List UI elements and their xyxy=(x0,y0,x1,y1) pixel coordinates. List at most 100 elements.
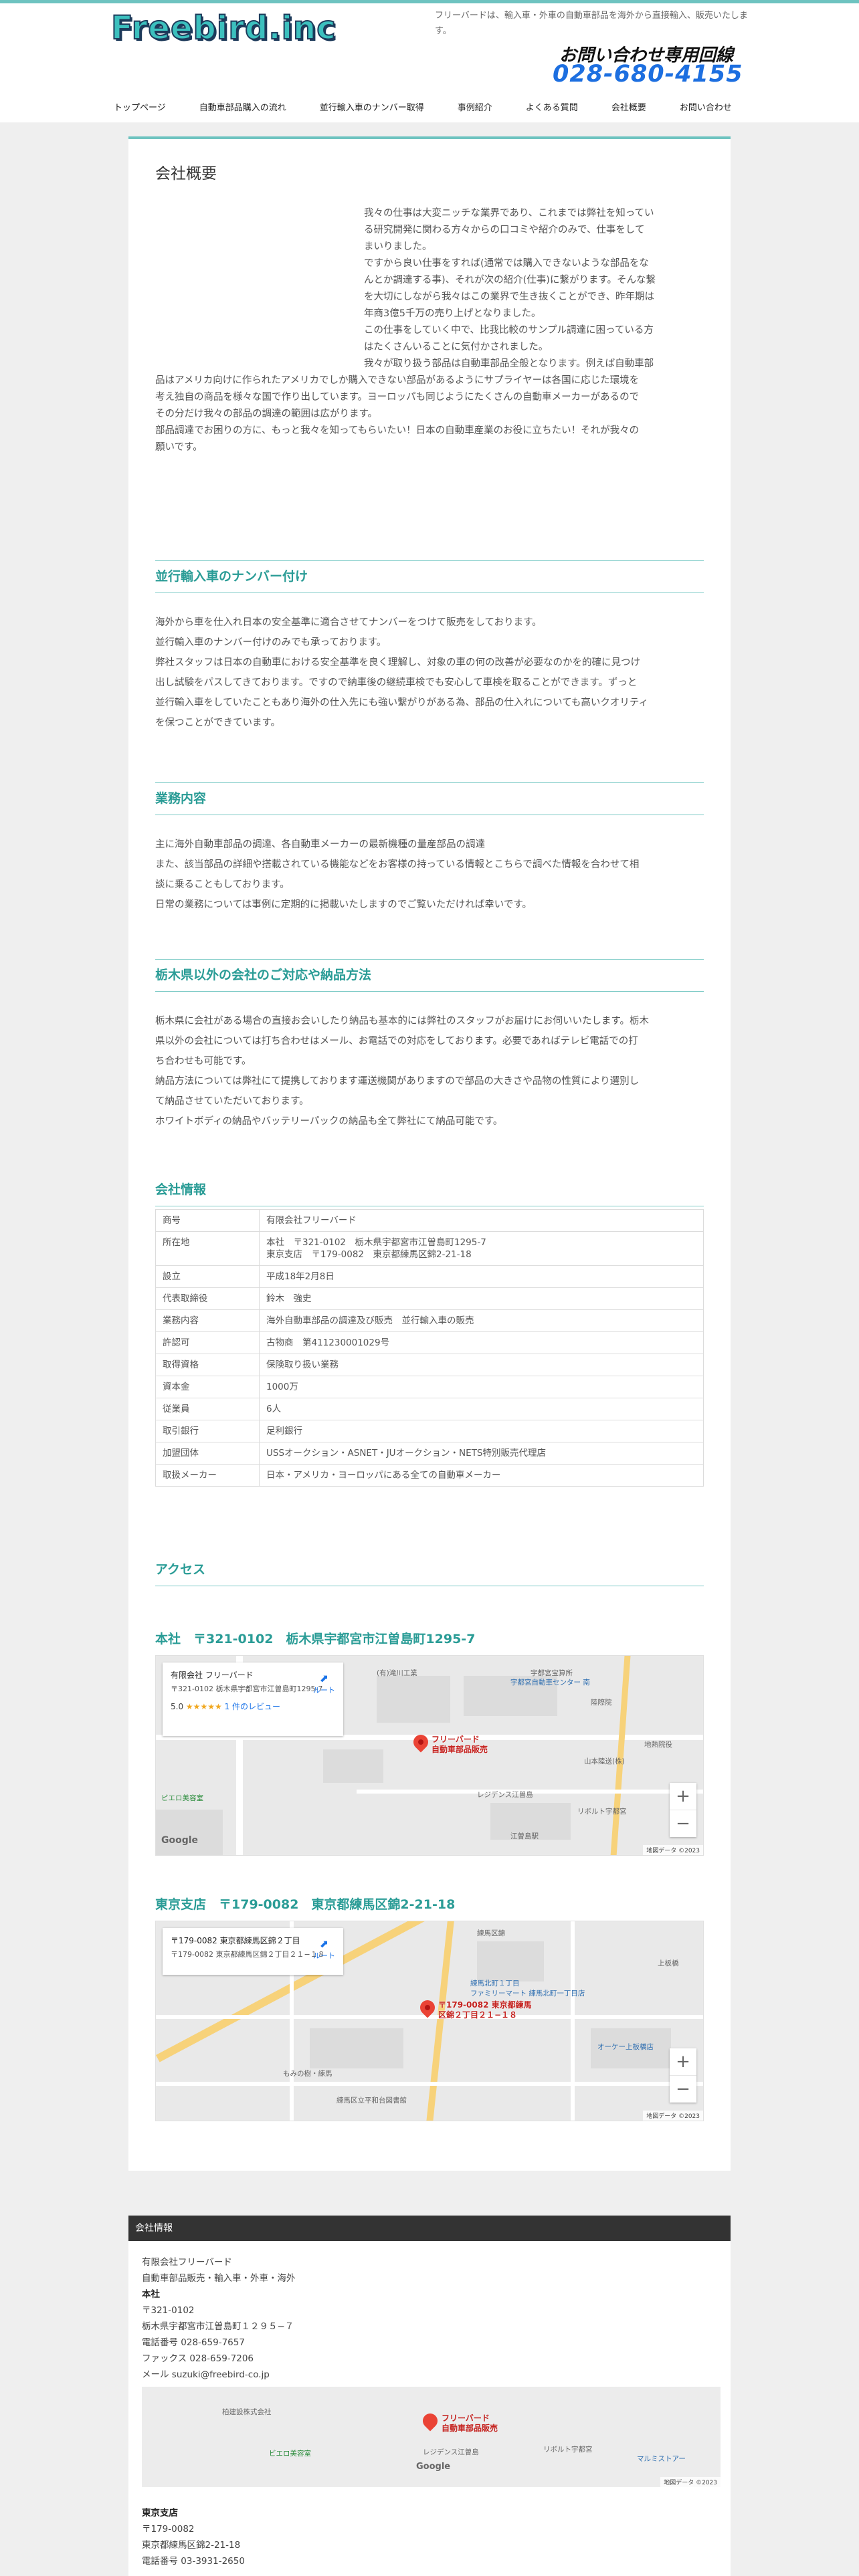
table-value-line: 古物商 第411230001029号 xyxy=(266,1337,390,1348)
map-pin-label-line: フリーバード xyxy=(432,1735,480,1744)
footer-line: 〒321-0102 xyxy=(142,2305,195,2316)
map-pin-label: 〒179-0082 東京都練馬 区錦２丁目２１−１８ xyxy=(438,2000,532,2020)
section-text-line: を保つことができています。 xyxy=(155,718,281,728)
site-footer: 有限会社フリーバード 自動車部品販売・輸入車・外車・海外 本社 〒321-010… xyxy=(128,2241,731,2576)
zoom-in-icon[interactable]: + xyxy=(670,2048,696,2075)
map-directions-button[interactable]: ⬈ ルート xyxy=(313,1937,335,1961)
intro-line: まいりました。 xyxy=(364,241,432,252)
site-logo[interactable]: Freebird.inc xyxy=(110,9,337,47)
table-value: 有限会社フリーバード xyxy=(259,1209,704,1232)
header-top-line xyxy=(0,0,859,3)
section-text-line: 日常の業務については事例に定期的に掲載いたしますのでご覧いただければ幸いです。 xyxy=(155,899,532,910)
site-header: Freebird.inc フリーバードは、輸入車・外車の自動車部品を海外から直接… xyxy=(0,0,859,122)
table-row: 従業員 6人 xyxy=(155,1398,704,1420)
footer-email-link[interactable]: メール suzuki@freebird-co.jp xyxy=(142,2367,270,2380)
map-pin-label-line: 自動車部品販売 xyxy=(432,1745,488,1754)
map-card-rating-row: 5.0 ★★★★★ 1 件のレビュー xyxy=(171,1701,335,1712)
map-marker-icon[interactable] xyxy=(419,2410,441,2432)
map-label: ファミリーマート 練馬北町一丁目店 xyxy=(470,1990,585,1998)
contact-phone-link[interactable]: 028-680-4155 xyxy=(553,61,743,88)
map-place-card[interactable]: 有限会社 フリーバード 〒321-0102 栃木県宇都宮市江曽島町1295-7 … xyxy=(163,1662,343,1736)
intro-line: はたくさんいることに気付かされました。 xyxy=(364,342,549,352)
map-directions-button[interactable]: ⬈ ルート xyxy=(313,1672,335,1695)
table-key: 所在地 xyxy=(155,1231,260,1266)
table-row: 取扱メーカー 日本・アメリカ・ヨーロッパにある全ての自動車メーカー xyxy=(155,1464,704,1487)
map-label: 宇都宮宝算所 xyxy=(531,1669,573,1677)
map-label: 山本陸送(株) xyxy=(584,1757,625,1765)
footer-line: 自動車部品販売・輸入車・外車・海外 xyxy=(142,2273,296,2284)
footer-map[interactable]: 柏建設株式会社 ビエロ美容室 レジデンス江曽島 リボルト宇都宮 マルミストアー … xyxy=(142,2387,721,2487)
table-row: 代表取締役 鈴木 強史 xyxy=(155,1287,704,1310)
map-road xyxy=(571,1921,575,2121)
table-value: 平成18年2月8日 xyxy=(259,1265,704,1288)
table-value-line: USSオークション・ASNET・JUオークション・NETS特別販売代理店 xyxy=(266,1448,547,1459)
map-attribution[interactable]: 地図データ ©2023 xyxy=(660,2477,721,2487)
map-label: 練馬区立平和台図書館 xyxy=(337,2097,407,2105)
tokyo-map[interactable]: 練馬北町１丁目 上板橋 オーケー上板橋店 ファミリーマート 練馬北町一丁目店 も… xyxy=(155,1921,704,2121)
table-value-line: 東京支店 〒179-0082 東京都練馬区錦2-21-18 xyxy=(266,1249,472,1260)
section-text-line: 並行輸入車をしていたこともあり海外の仕入先にも強い繋がりがある為、部品の仕入れに… xyxy=(155,697,649,708)
intro-line: この仕事をしていく中で、比我比較のサンプル調達に困っている方 xyxy=(364,325,654,336)
map-label: 上板橋 xyxy=(658,1959,679,1967)
map-building xyxy=(156,1810,223,1855)
nav-contact[interactable]: お問い合わせ xyxy=(680,100,732,115)
nav-company[interactable]: 会社概要 xyxy=(611,100,646,115)
map-road xyxy=(142,2387,721,2391)
map-zoom-control: + − xyxy=(670,2048,696,2103)
intro-line: 年商3億5千万の売り上げとなりました。 xyxy=(364,308,541,319)
map-card-address: 〒321-0102 栃木県宇都宮市江曽島町1295-7 xyxy=(171,1685,323,1693)
table-key: 業務内容 xyxy=(155,1309,260,1332)
map-attribution[interactable]: 地図データ ©2023 xyxy=(643,2111,703,2121)
table-key: 取扱メーカー xyxy=(155,1464,260,1487)
map-place-card[interactable]: 〒179-0082 東京都練馬区錦２丁目 〒179-0082 東京都練馬区錦２丁… xyxy=(163,1928,343,1975)
intro-line: その分だけ我々の部品の調達の範囲は広がります。 xyxy=(155,409,378,419)
map-label: マルミストアー xyxy=(637,2455,686,2463)
map-pin-label-line: 〒179-0082 東京都練馬 xyxy=(438,2000,532,2010)
map-label: (有)滝川工業 xyxy=(377,1669,417,1677)
table-value-line: 日本・アメリカ・ヨーロッパにある全ての自動車メーカー xyxy=(266,1470,501,1481)
section-title-access: アクセス xyxy=(155,1560,704,1586)
section-text-line: 納品方法については弊社にて提携しております運送機関がありますので部品の大きさや品… xyxy=(155,1076,640,1087)
map-label: リボルト宇都宮 xyxy=(543,2446,593,2454)
map-label: レジデンス江曽島 xyxy=(477,1791,533,1799)
nav-purchase-flow[interactable]: 自動車部品購入の流れ xyxy=(199,100,286,115)
map-pin-label-line: フリーバード xyxy=(442,2413,490,2423)
table-row: 許認可 古物商 第411230001029号 xyxy=(155,1331,704,1354)
map-card-reviews-link[interactable]: 1 件のレビュー xyxy=(225,1702,280,1711)
map-attribution[interactable]: 地図データ ©2023 xyxy=(643,1845,703,1855)
section-text-line: 談に乗ることもしております。 xyxy=(155,879,290,890)
section-text-line: 主に海外自動車部品の調達、各自動車メーカーの最新機種の量産部品の調達 xyxy=(155,839,485,850)
map-building xyxy=(323,1749,383,1783)
zoom-in-icon[interactable]: + xyxy=(670,1783,696,1810)
section-text-line: 出し試験をパスしてきております。ですので納車後の継続車検でも安心して車検を取るこ… xyxy=(155,677,638,688)
table-row: 業務内容 海外自動車部品の調達及び販売 並行輸入車の販売 xyxy=(155,1309,704,1332)
directions-icon: ⬈ xyxy=(319,1937,329,1950)
intro-line: を大切にしながら我々はこの業界で生き抜くことができ、昨年期は xyxy=(364,292,654,302)
table-key: 代表取締役 xyxy=(155,1287,260,1310)
nav-import-number[interactable]: 並行輸入車のナンバー取得 xyxy=(320,100,424,115)
zoom-out-icon[interactable]: − xyxy=(670,1810,696,1836)
table-row: 取得資格 保険取り扱い業務 xyxy=(155,1354,704,1376)
map-zoom-control: + − xyxy=(670,1783,696,1837)
map-directions-label: ルート xyxy=(313,1951,335,1960)
table-key: 従業員 xyxy=(155,1398,260,1420)
table-value: 日本・アメリカ・ヨーロッパにある全ての自動車メーカー xyxy=(259,1464,704,1487)
footer-phone-link[interactable]: 電話番号 028-659-7657 xyxy=(142,2335,245,2348)
nav-top[interactable]: トップページ xyxy=(114,100,166,115)
honsha-map[interactable]: (有)滝川工業 宇都宮宝算所 宇都宮自動車センター 南 山本陸送(株) 陸際院 … xyxy=(155,1655,704,1856)
section-text-line: ち合わせも可能です。 xyxy=(155,1056,252,1067)
section-text-line: 弊社スタッフは日本の自動車における安全基準を良く理解し、対象の車の何の改善が必要… xyxy=(155,657,640,668)
tokyo-address-heading: 東京支店 〒179-0082 東京都練馬区錦2-21-18 xyxy=(155,1897,456,1912)
footer-branch-phone-link[interactable]: 電話番号 03-3931-2650 xyxy=(142,2553,245,2567)
intro-line: る研究開発に関わる方々からの口コミや紹介のみで、仕事をして xyxy=(364,225,645,235)
section-title-outside: 栃木県以外の会社のご対応や納品方法 xyxy=(155,959,704,992)
table-value-line: 1000万 xyxy=(266,1382,298,1392)
table-value: 鈴木 強史 xyxy=(259,1287,704,1310)
zoom-out-icon[interactable]: − xyxy=(670,2075,696,2102)
nav-cases[interactable]: 事例紹介 xyxy=(458,100,492,115)
map-label: ビエロ美容室 xyxy=(161,1794,203,1802)
table-value: 6人 xyxy=(259,1398,704,1420)
nav-faq[interactable]: よくある質問 xyxy=(526,100,578,115)
map-building xyxy=(477,1941,544,1981)
google-logo: Google xyxy=(416,2462,451,2472)
